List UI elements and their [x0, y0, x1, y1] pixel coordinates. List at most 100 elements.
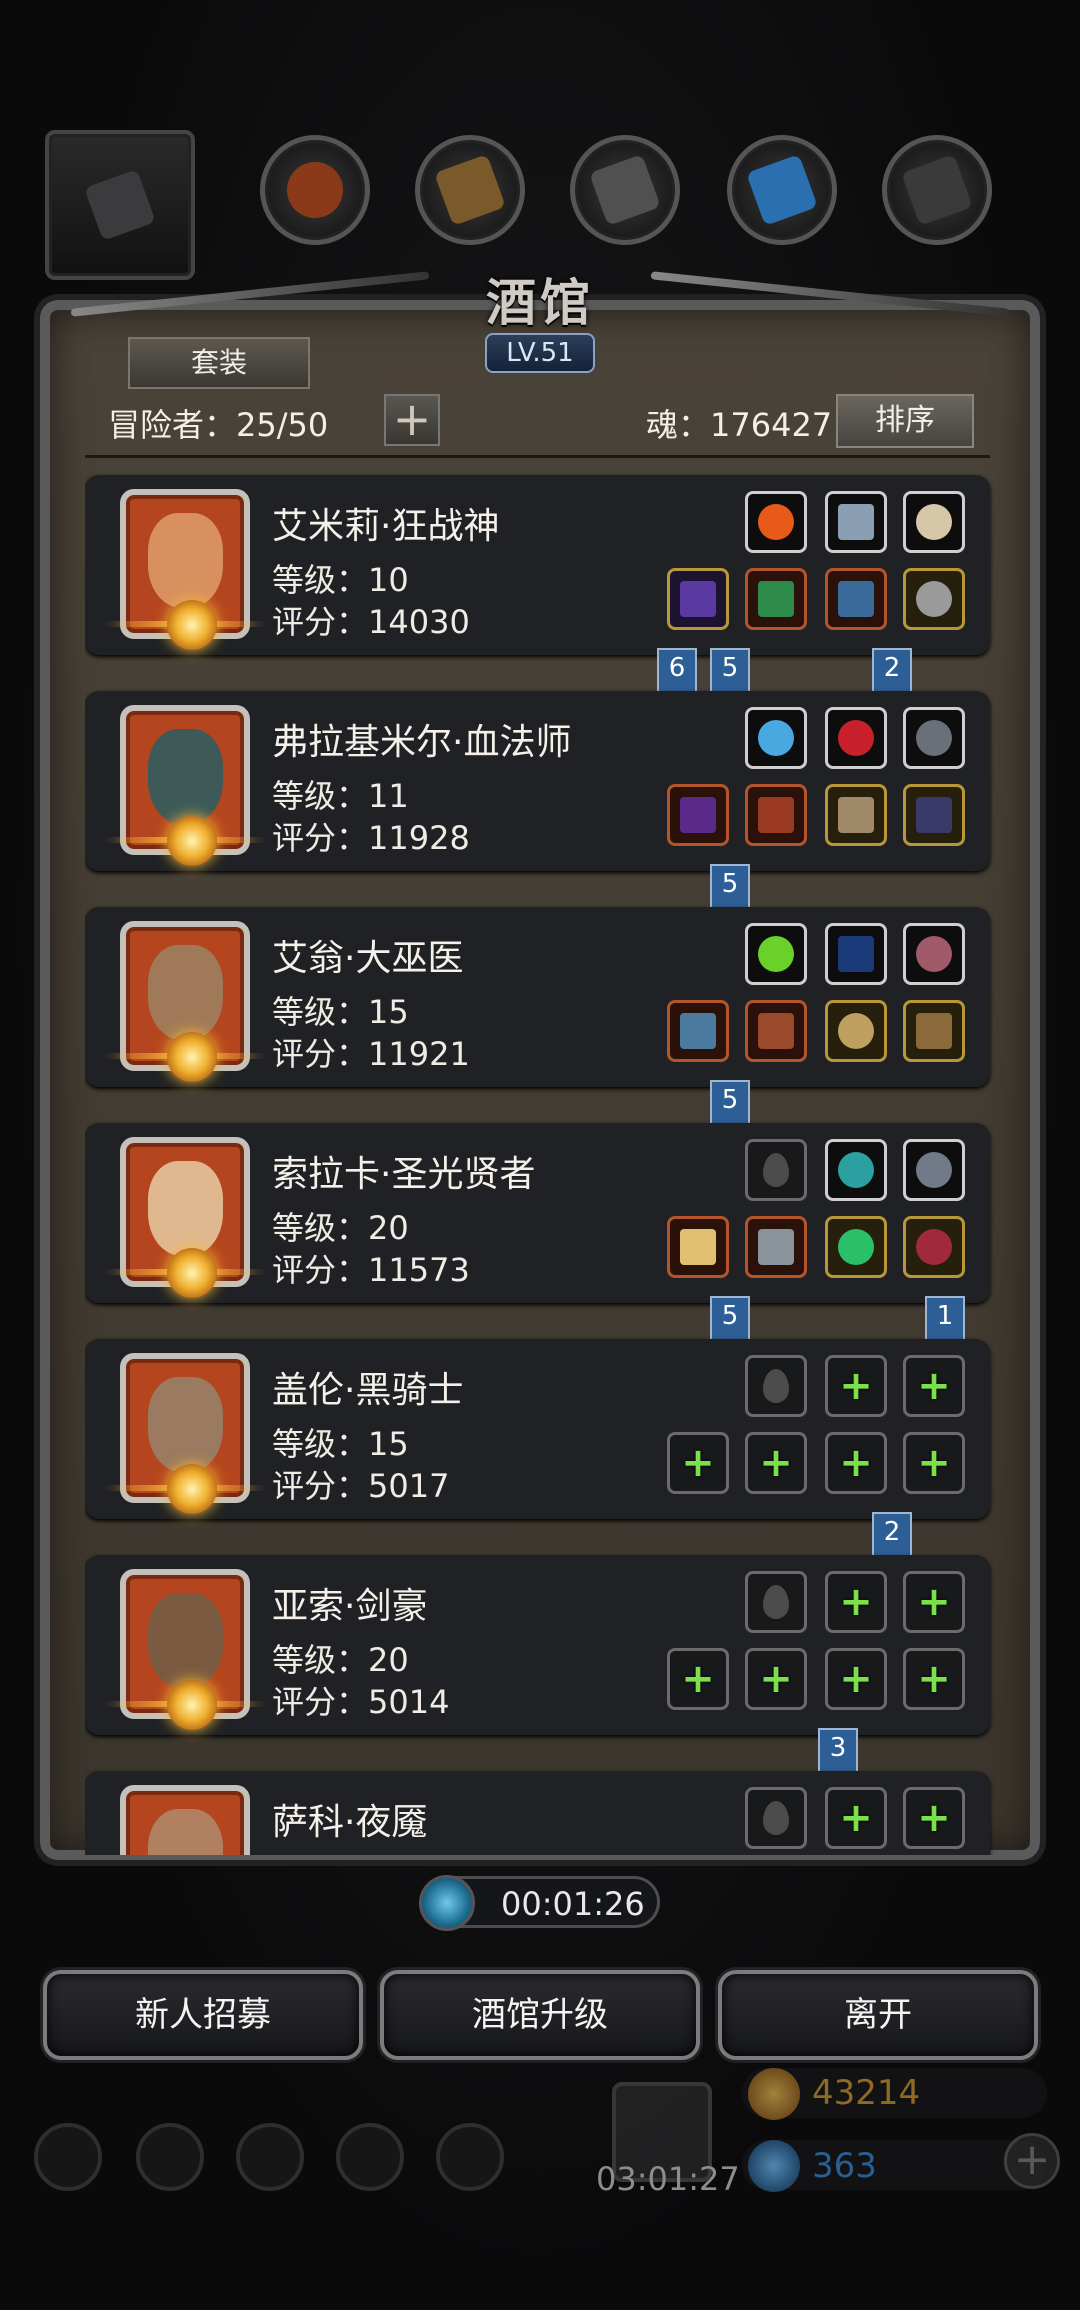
hero-card[interactable]: 艾米莉·狂战神 等级：10 评分：14030 [85, 475, 990, 655]
category-tab-ore[interactable] [260, 135, 370, 245]
plus-icon: + [917, 1656, 951, 1702]
settings-icon[interactable] [34, 2123, 102, 2191]
upgrade-tavern-button[interactable]: 酒馆升级 [380, 1970, 700, 2060]
rank-badge-icon [167, 1464, 217, 1514]
feather-icon [838, 504, 874, 540]
star-icon[interactable] [136, 2123, 204, 2191]
add-equip-slot[interactable]: + [667, 1648, 729, 1710]
set-button[interactable]: 套装 [128, 337, 310, 389]
hero-level: 等级：20 [272, 1209, 409, 1247]
equip-slot[interactable] [825, 1000, 887, 1062]
add-equip-slot[interactable]: + [825, 1432, 887, 1494]
sort-button[interactable]: 排序 [836, 394, 974, 448]
equip-slot[interactable] [825, 568, 887, 630]
hero-name: 亚索·剑豪 [272, 1586, 428, 1627]
equip-slot[interactable] [667, 1216, 729, 1278]
equip-slot[interactable] [667, 568, 729, 630]
equip-slot[interactable] [903, 784, 965, 846]
rank-badge-icon [167, 1248, 217, 1298]
hero-score: 评分：14030 [272, 603, 470, 641]
add-equip-slot[interactable]: + [903, 1571, 965, 1633]
plus-icon: + [839, 1440, 873, 1486]
plus-icon: + [759, 1656, 793, 1702]
staff-icon [680, 797, 716, 833]
amulet-icon [838, 797, 874, 833]
equip-slot[interactable] [903, 1139, 965, 1201]
add-equip-slot[interactable]: + [825, 1648, 887, 1710]
equip-slot[interactable] [745, 1000, 807, 1062]
equip-slot[interactable] [667, 1000, 729, 1062]
equip-slot[interactable] [745, 707, 807, 769]
equip-slot[interactable] [745, 1216, 807, 1278]
mail-icon[interactable] [336, 2123, 404, 2191]
equip-slot[interactable] [745, 923, 807, 985]
equip-slot[interactable] [667, 784, 729, 846]
hero-card[interactable]: 盖伦·黑骑士 等级：15 评分：5017 + + + + + + [85, 1339, 990, 1519]
hero-face-icon [148, 1593, 223, 1688]
add-equip-slot[interactable]: + [745, 1432, 807, 1494]
orb-icon [758, 720, 794, 756]
heart-icon [916, 1229, 952, 1265]
recruit-button[interactable]: 新人招募 [43, 1970, 363, 2060]
tavern-icon[interactable] [236, 2123, 304, 2191]
equip-slot[interactable] [903, 707, 965, 769]
equip-slot[interactable] [825, 784, 887, 846]
rank-badge-icon [167, 1680, 217, 1730]
category-tab-iron[interactable] [882, 135, 992, 245]
rune-slot-empty[interactable] [745, 1787, 807, 1849]
add-adventurer-button[interactable]: + [384, 394, 440, 446]
hero-card[interactable]: 亚索·剑豪 等级：20 评分：5014 + + + + + + [85, 1555, 990, 1735]
add-equip-slot[interactable]: + [825, 1571, 887, 1633]
countdown-timer: 00:01:26 [419, 1875, 660, 1931]
add-currency-button[interactable]: + [1004, 2133, 1060, 2189]
hero-level: 等级：15 [272, 1425, 409, 1463]
category-tab-steel[interactable] [570, 135, 680, 245]
add-equip-slot[interactable]: + [667, 1432, 729, 1494]
plus-icon: + [839, 1579, 873, 1625]
fire-rune-icon [758, 504, 794, 540]
anvil-icon [84, 169, 156, 241]
hero-face-icon [148, 945, 223, 1040]
hero-card[interactable]: 索拉卡·圣光贤者 等级：20 评分：11573 [85, 1123, 990, 1303]
hero-card[interactable]: 弗拉基米尔·血法师 等级：11 评分：11928 [85, 691, 990, 871]
equip-slot[interactable] [903, 1216, 965, 1278]
rune-slot-empty[interactable] [745, 1571, 807, 1633]
equip-slot[interactable] [745, 491, 807, 553]
hero-level: 等级：20 [272, 1641, 409, 1679]
hero-level: 等级：15 [272, 993, 409, 1031]
rank-badge-icon [167, 816, 217, 866]
add-equip-slot[interactable]: + [825, 1787, 887, 1849]
leave-button[interactable]: 离开 [718, 1970, 1038, 2060]
add-equip-slot[interactable]: + [903, 1355, 965, 1417]
rune-slot-empty[interactable] [745, 1139, 807, 1201]
add-equip-slot[interactable]: + [903, 1787, 965, 1849]
equip-slot[interactable] [825, 1216, 887, 1278]
gem-amount: 363 [812, 2146, 877, 2186]
plus-icon: + [917, 1795, 951, 1841]
hero-card[interactable]: 萨科·夜魇 + + [85, 1771, 990, 1855]
add-equip-slot[interactable]: + [903, 1648, 965, 1710]
hero-list[interactable]: 艾米莉·狂战神 等级：10 评分：14030 6 5 2 弗拉基米尔·血法师 等… [85, 470, 995, 1855]
adventurer-count: 冒险者：25/50 [108, 406, 329, 444]
rune-slot-empty[interactable] [745, 1355, 807, 1417]
add-equip-slot[interactable]: + [903, 1432, 965, 1494]
add-equip-slot[interactable]: + [745, 1648, 807, 1710]
map-icon[interactable] [436, 2123, 504, 2191]
timer-text: 00:01:26 [501, 1885, 645, 1923]
equip-slot[interactable] [825, 1139, 887, 1201]
add-equip-slot[interactable]: + [825, 1355, 887, 1417]
equip-slot[interactable] [825, 491, 887, 553]
equip-slot[interactable] [903, 1000, 965, 1062]
equip-slot[interactable] [745, 568, 807, 630]
equip-slot[interactable] [903, 491, 965, 553]
equip-slot[interactable] [903, 923, 965, 985]
drop-icon [763, 1585, 789, 1619]
equip-slot[interactable] [825, 923, 887, 985]
hero-card[interactable]: 艾翁·大巫医 等级：15 评分：11921 [85, 907, 990, 1087]
equip-slot[interactable] [903, 568, 965, 630]
equip-slot[interactable] [825, 707, 887, 769]
category-tab-crystal[interactable] [727, 135, 837, 245]
equip-slot[interactable] [745, 784, 807, 846]
category-tab-anvil[interactable] [45, 130, 195, 280]
category-tab-wood[interactable] [415, 135, 525, 245]
